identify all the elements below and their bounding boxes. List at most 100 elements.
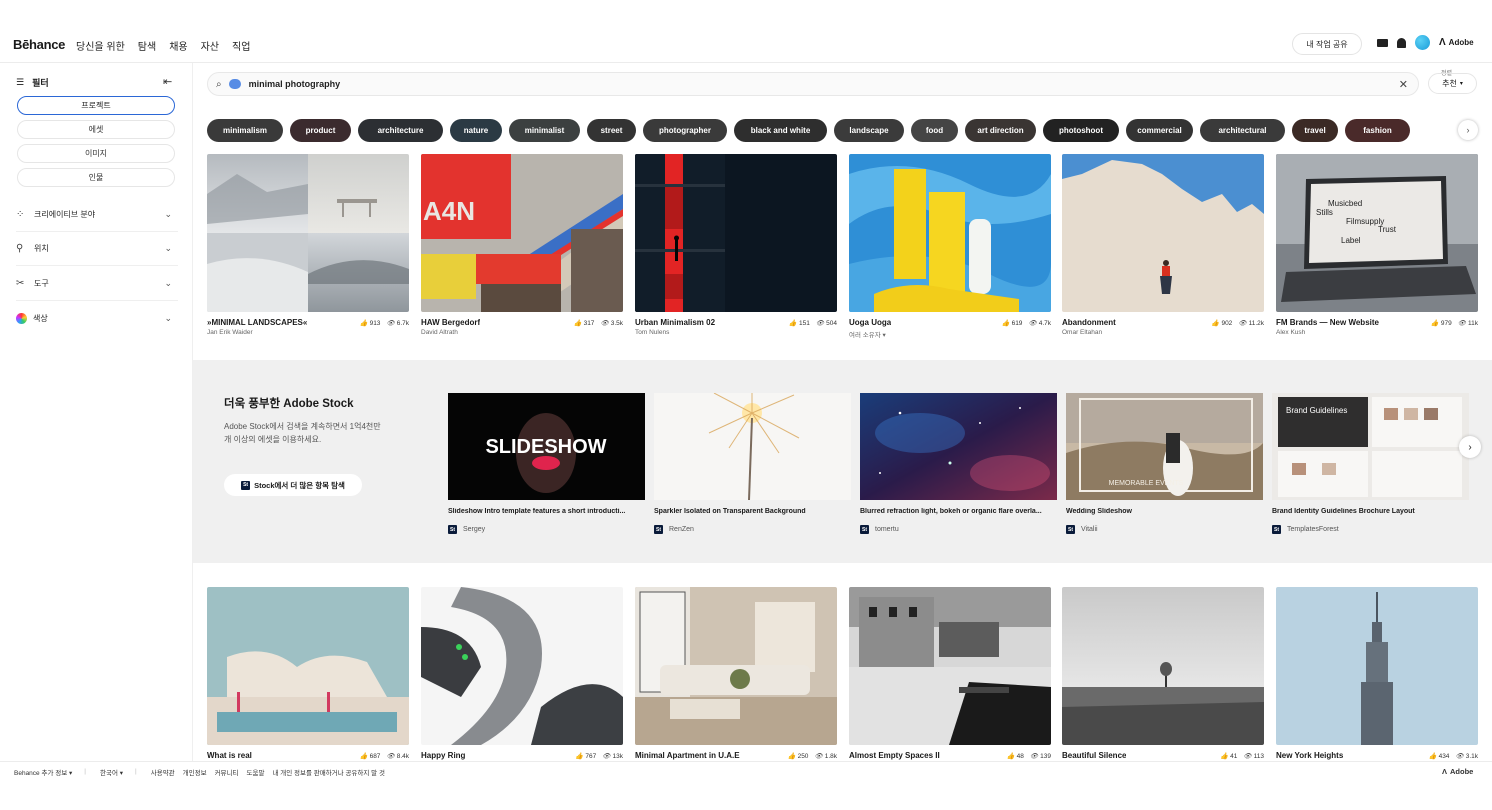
section-creative-fields[interactable]: ⁘ 크리에이티브 분야 ⌄ <box>16 198 178 232</box>
tag-chip[interactable]: nature <box>450 119 502 142</box>
tag-chip[interactable]: travel <box>1292 119 1338 142</box>
tag-chip[interactable]: photoshoot <box>1043 119 1119 142</box>
project-owner[interactable]: Tom Nulens <box>635 329 669 336</box>
author-name[interactable]: Sergey <box>463 526 485 533</box>
project-card[interactable]: Abandonment Omar Eltahan 👍 902 👁 11.2k <box>1062 154 1264 336</box>
explore-stock-button[interactable]: St Stock에서 더 많은 항목 탐색 <box>224 474 362 496</box>
stock-item-title[interactable]: Slideshow Intro template features a shor… <box>448 508 640 515</box>
tag-chip[interactable]: art direction <box>965 119 1036 142</box>
section-tools[interactable]: ✂ 도구 ⌄ <box>16 267 178 301</box>
project-card[interactable]: New York Heights 👍 434 👁 3.1k <box>1276 587 1478 760</box>
tag-chip[interactable]: commercial <box>1126 119 1193 142</box>
project-card[interactable]: A4N HAW Bergedorf David Altrath 👍 317 👁 3.5… <box>421 154 623 336</box>
project-title[interactable]: Minimal Apartment in U.A.E <box>635 751 740 760</box>
project-title[interactable]: Uoga Uoga <box>849 318 891 327</box>
project-owner[interactable]: 여러 소유자 ▾ <box>849 329 886 339</box>
project-thumbnail[interactable] <box>635 587 837 745</box>
footer-link-privacy[interactable]: 개인정보 <box>183 767 207 777</box>
stock-item-title[interactable]: Brand Identity Guidelines Brochure Layou… <box>1272 508 1464 515</box>
stock-item-card[interactable]: MEMORABLE EVENTS Wedding Slideshow St Vit… <box>1066 393 1263 534</box>
tag-chip[interactable]: photographer <box>643 119 727 142</box>
collapse-sidebar-icon[interactable]: ⇤ <box>163 75 172 88</box>
project-card[interactable]: What is real 👍 687 👁 8.4k <box>207 587 409 760</box>
stock-item-title[interactable]: Sparkler Isolated on Transparent Backgro… <box>654 508 846 515</box>
filter-tab-images[interactable]: 이미지 <box>17 144 175 163</box>
project-card[interactable]: Urban Minimalism 02 Tom Nulens 👍 151 👁 504 <box>635 154 837 336</box>
stock-thumbnail[interactable]: Brand Guidelines <box>1272 393 1469 500</box>
project-card[interactable]: Uoga Uoga 여러 소유자 ▾ 👍 619 👁 4.7k <box>849 154 1051 339</box>
tag-chip[interactable]: fashion <box>1345 119 1410 142</box>
stock-item-title[interactable]: Wedding Slideshow <box>1066 508 1258 515</box>
stock-thumbnail[interactable]: MEMORABLE EVENTS <box>1066 393 1263 500</box>
stock-item-card[interactable]: SLIDESHOW Slideshow Intro template featu… <box>448 393 645 534</box>
project-thumbnail[interactable]: Musicbed Stills Filmsupply Trust Label <box>1276 154 1478 312</box>
project-card[interactable]: »MINIMAL LANDSCAPES« Jan Erik Waider 👍 91… <box>207 154 409 336</box>
tag-chip[interactable]: architectural <box>1200 119 1285 142</box>
stock-item-card[interactable]: Blurred refraction light, bokeh or organ… <box>860 393 1057 534</box>
project-thumbnail[interactable] <box>1062 154 1264 312</box>
tags-next-button[interactable]: › <box>1458 120 1478 140</box>
project-title[interactable]: HAW Bergedorf <box>421 318 480 327</box>
filter-tab-people[interactable]: 인물 <box>17 168 175 187</box>
section-location[interactable]: ⚲ 위치 ⌄ <box>16 232 178 266</box>
clear-search-icon[interactable]: ✕ <box>1399 78 1408 91</box>
bell-icon[interactable] <box>1397 37 1406 48</box>
stock-next-button[interactable]: › <box>1459 436 1481 458</box>
sort-dropdown[interactable]: 추천 ▾ <box>1428 73 1477 94</box>
adobe-link[interactable]: Λ Adobe <box>1439 37 1474 48</box>
stock-item-title[interactable]: Blurred refraction light, bokeh or organ… <box>860 508 1052 515</box>
author-name[interactable]: RenZen <box>669 526 694 533</box>
stock-item-card[interactable]: Sparkler Isolated on Transparent Backgro… <box>654 393 851 534</box>
project-thumbnail[interactable] <box>207 587 409 745</box>
project-card[interactable]: Happy Ring 👍 767 👁 13k <box>421 587 623 760</box>
project-owner[interactable]: Alex Kush <box>1276 329 1305 336</box>
project-owner[interactable]: David Altrath <box>421 329 458 336</box>
footer-link-terms[interactable]: 사용약관 <box>151 767 175 777</box>
footer-language[interactable]: 한국어 ▾ <box>100 767 123 777</box>
footer-link-do-not-sell[interactable]: 내 개인 정보를 판매하거나 공유하지 말 것 <box>272 767 385 777</box>
nav-explore[interactable]: 탐색 <box>138 38 156 53</box>
user-avatar[interactable] <box>1415 35 1430 50</box>
project-thumbnail[interactable] <box>1062 587 1264 745</box>
tag-chip[interactable]: landscape <box>834 119 904 142</box>
project-card[interactable]: Almost Empty Spaces II 👍 48 👁 139 <box>849 587 1051 760</box>
project-thumbnail[interactable]: A4N <box>421 154 623 312</box>
tag-chip[interactable]: minimalist <box>509 119 580 142</box>
footer-link-help[interactable]: 도움말 <box>246 767 264 777</box>
project-thumbnail[interactable] <box>1276 587 1478 745</box>
project-title[interactable]: What is real <box>207 751 252 760</box>
filter-tab-assets[interactable]: 에셋 <box>17 120 175 139</box>
footer-adobe[interactable]: Λ Adobe <box>1442 767 1473 776</box>
project-title[interactable]: Abandonment <box>1062 318 1116 327</box>
footer-more-info[interactable]: Behance 추가 정보 ▾ <box>14 767 72 777</box>
stock-thumbnail[interactable]: SLIDESHOW <box>448 393 645 500</box>
tag-chip[interactable]: street <box>587 119 636 142</box>
share-work-button[interactable]: 내 작업 공유 <box>1292 33 1362 55</box>
tag-chip[interactable]: minimalism <box>207 119 283 142</box>
project-card[interactable]: Minimal Apartment in U.A.E 👍 250 👁 1.8k <box>635 587 837 760</box>
project-title[interactable]: Urban Minimalism 02 <box>635 318 715 327</box>
project-title[interactable]: Almost Empty Spaces II <box>849 751 940 760</box>
footer-link-community[interactable]: 커뮤니티 <box>215 767 239 777</box>
project-title[interactable]: »MINIMAL LANDSCAPES« <box>207 318 307 327</box>
tag-chip[interactable]: black and white <box>734 119 827 142</box>
nav-assets[interactable]: 자산 <box>201 38 219 53</box>
project-title[interactable]: Happy Ring <box>421 751 465 760</box>
project-title[interactable]: New York Heights <box>1276 751 1343 760</box>
project-owner[interactable]: Omar Eltahan <box>1062 329 1102 336</box>
stock-item-card[interactable]: Brand Guidelines Brand Identity Guidelin… <box>1272 393 1469 534</box>
author-name[interactable]: Vitalii <box>1081 526 1098 533</box>
project-owner[interactable]: Jan Erik Waider <box>207 329 253 336</box>
search-input[interactable]: minimal photography <box>249 79 341 89</box>
nav-careers[interactable]: 직업 <box>232 38 250 53</box>
project-card[interactable]: Musicbed Stills Filmsupply Trust Label F… <box>1276 154 1478 336</box>
mail-icon[interactable] <box>1377 38 1388 47</box>
project-title[interactable]: FM Brands — New Website <box>1276 318 1379 327</box>
stock-thumbnail[interactable] <box>654 393 851 500</box>
nav-jobs[interactable]: 채용 <box>169 38 187 53</box>
search-bar[interactable]: ⌕ minimal photography ✕ <box>207 72 1419 96</box>
project-thumbnail[interactable] <box>849 154 1051 312</box>
tag-chip[interactable]: product <box>290 119 351 142</box>
author-name[interactable]: tomertu <box>875 526 899 533</box>
tag-chip[interactable]: architecture <box>358 119 443 142</box>
